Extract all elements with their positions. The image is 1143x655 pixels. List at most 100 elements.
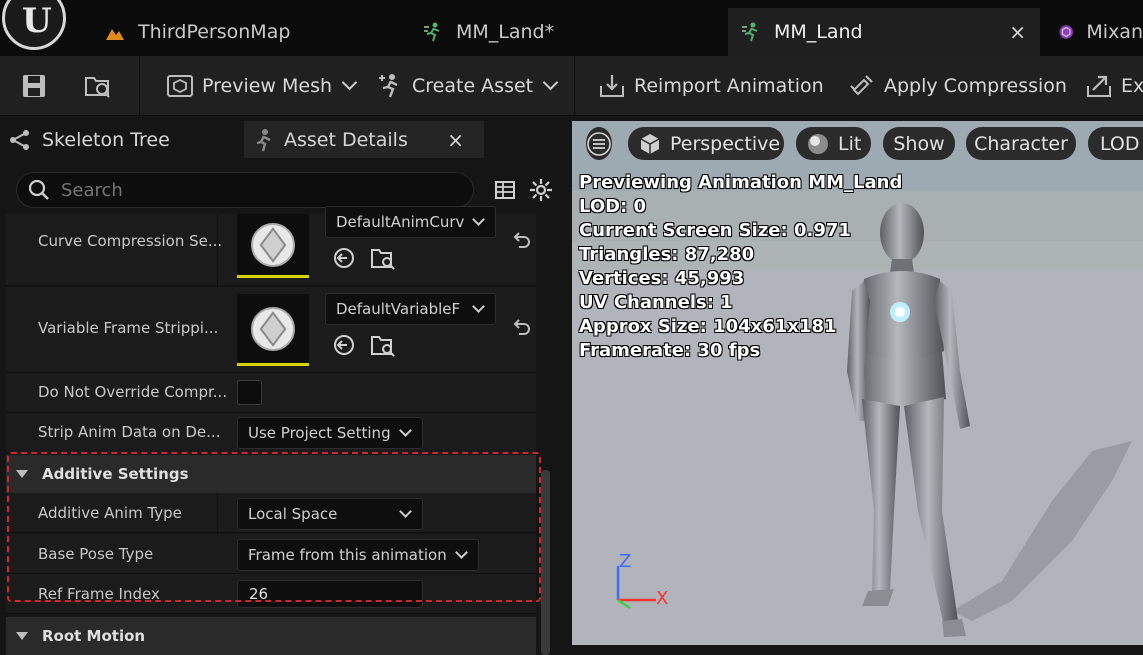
animation-icon (742, 22, 758, 42)
property-label: Do Not Override Compr... (38, 383, 228, 401)
scrollbar[interactable] (541, 470, 550, 655)
compression-icon (850, 74, 873, 95)
curve-compression-dropdown[interactable]: DefaultAnimCurv (325, 206, 496, 238)
asset-sphere-icon (251, 222, 295, 267)
chevron-down-icon (542, 74, 559, 91)
stat-screen-size: Current Screen Size: 0.971 (579, 220, 851, 241)
strip-anim-dropdown[interactable]: Use Project Setting (237, 417, 423, 449)
export-label: Ex (1121, 74, 1143, 97)
create-asset-icon (379, 73, 398, 97)
animation-icon (424, 22, 440, 42)
asset-sphere-icon (251, 306, 295, 351)
character-button[interactable]: Character (966, 127, 1076, 160)
reset-to-default-icon[interactable] (511, 318, 531, 338)
asset-thumbnail[interactable] (237, 294, 309, 366)
tab-label: MM_Land (774, 21, 863, 43)
tab-label: Mixan (1086, 21, 1143, 43)
ref-frame-index-input[interactable]: 26 (237, 580, 423, 608)
folder-search-icon (85, 76, 110, 98)
save-button[interactable] (20, 56, 56, 115)
lit-label: Lit (838, 132, 862, 155)
preview-mesh-icon (167, 74, 193, 97)
chevron-down-icon (472, 212, 485, 226)
property-label: Base Pose Type (38, 545, 154, 563)
additive-anim-type-dropdown[interactable]: Local Space (237, 498, 423, 530)
create-asset-label: Create Asset (412, 74, 534, 97)
stat-lod: LOD: 0 (579, 196, 647, 217)
property-label: Additive Anim Type (38, 504, 182, 522)
perspective-button[interactable]: Perspective (628, 127, 784, 160)
lod-label: LOD (1100, 132, 1140, 155)
reimport-animation-button[interactable]: Reimport Animation (598, 56, 824, 115)
export-icon (1087, 75, 1111, 97)
cube-icon (640, 133, 660, 154)
dropdown-value: DefaultAnimCurv (336, 213, 465, 231)
use-selected-asset-icon[interactable] (332, 333, 356, 357)
reimport-icon (600, 74, 624, 97)
dropdown-value: DefaultVariableF (336, 300, 461, 318)
tab-skeleton-tree[interactable]: Skeleton Tree (6, 121, 242, 158)
axis-z-label: Z (619, 551, 632, 572)
section-title: Additive Settings (42, 465, 189, 483)
viewport-menu-button[interactable] (586, 127, 612, 160)
base-pose-type-dropdown[interactable]: Frame from this animation (237, 539, 479, 571)
tab-label: Asset Details (284, 128, 408, 151)
tab-thirdpersonmap[interactable]: ThirdPersonMap (104, 8, 404, 56)
chevron-down-icon (399, 504, 412, 518)
property-label: Curve Compression Se... (38, 232, 223, 250)
stat-approx-size: Approx Size: 104x61x181 (579, 316, 837, 337)
root-motion-header[interactable]: Root Motion (6, 617, 536, 655)
character-label: Character (974, 132, 1068, 155)
chevron-down-icon (455, 545, 468, 559)
reset-to-default-icon[interactable] (511, 231, 531, 251)
asset-icon (1059, 25, 1073, 39)
preview-mesh-button[interactable]: Preview Mesh (166, 56, 358, 115)
skeleton-tree-icon (10, 129, 29, 150)
browse-folder-icon[interactable] (370, 332, 396, 358)
use-selected-asset-icon[interactable] (332, 246, 356, 270)
show-label: Show (893, 132, 945, 155)
apply-compression-label: Apply Compression (884, 74, 1067, 97)
do-not-override-checkbox[interactable] (237, 380, 262, 405)
level-icon (106, 29, 124, 40)
table-view-icon[interactable] (494, 179, 516, 201)
toolbar-separator (139, 56, 140, 115)
save-icon (23, 74, 45, 97)
preview-mesh-label: Preview Mesh (202, 74, 333, 97)
tab-label: ThirdPersonMap (138, 21, 291, 43)
browse-asset-button[interactable] (84, 56, 120, 115)
collapse-arrow-icon (16, 470, 28, 478)
browse-folder-icon[interactable] (370, 245, 396, 271)
tab-label: Skeleton Tree (42, 128, 170, 151)
tab-asset-details[interactable]: Asset Details × (244, 121, 484, 158)
variable-frame-dropdown[interactable]: DefaultVariableF (325, 293, 496, 325)
lod-button[interactable]: LOD (1088, 127, 1143, 160)
search-box[interactable] (16, 172, 474, 208)
dropdown-value: Use Project Setting (248, 424, 391, 442)
perspective-label: Perspective (670, 132, 781, 155)
dropdown-value: Local Space (248, 505, 338, 523)
export-button[interactable]: Ex (1085, 56, 1143, 115)
close-tab-icon[interactable]: × (1009, 20, 1026, 44)
lit-sphere-icon (808, 133, 828, 154)
section-title: Root Motion (42, 627, 146, 645)
hamburger-menu-icon (587, 131, 611, 156)
settings-gear-icon[interactable] (529, 178, 553, 202)
tab-mm-land-modified[interactable]: MM_Land* (422, 8, 722, 56)
stat-vertices: Vertices: 45,993 (579, 268, 745, 289)
search-input[interactable] (59, 178, 443, 202)
create-asset-button[interactable]: Create Asset (376, 56, 559, 115)
chevron-down-icon (341, 74, 358, 91)
asset-thumbnail[interactable] (237, 214, 309, 278)
apply-compression-button[interactable]: Apply Compression (848, 56, 1067, 115)
stat-preview-animation: Previewing Animation MM_Land (579, 172, 903, 193)
additive-settings-header[interactable]: Additive Settings (6, 455, 536, 493)
close-tab-icon[interactable]: × (447, 128, 464, 152)
show-button[interactable]: Show (883, 127, 955, 160)
tab-mixamo[interactable]: Mixan (1050, 8, 1143, 56)
dropdown-value: Frame from this animation (248, 546, 447, 564)
chevron-down-icon (399, 423, 412, 437)
collapse-arrow-icon (16, 632, 28, 640)
lit-button[interactable]: Lit (796, 127, 871, 160)
tab-mm-land[interactable]: MM_Land × (728, 8, 1040, 56)
